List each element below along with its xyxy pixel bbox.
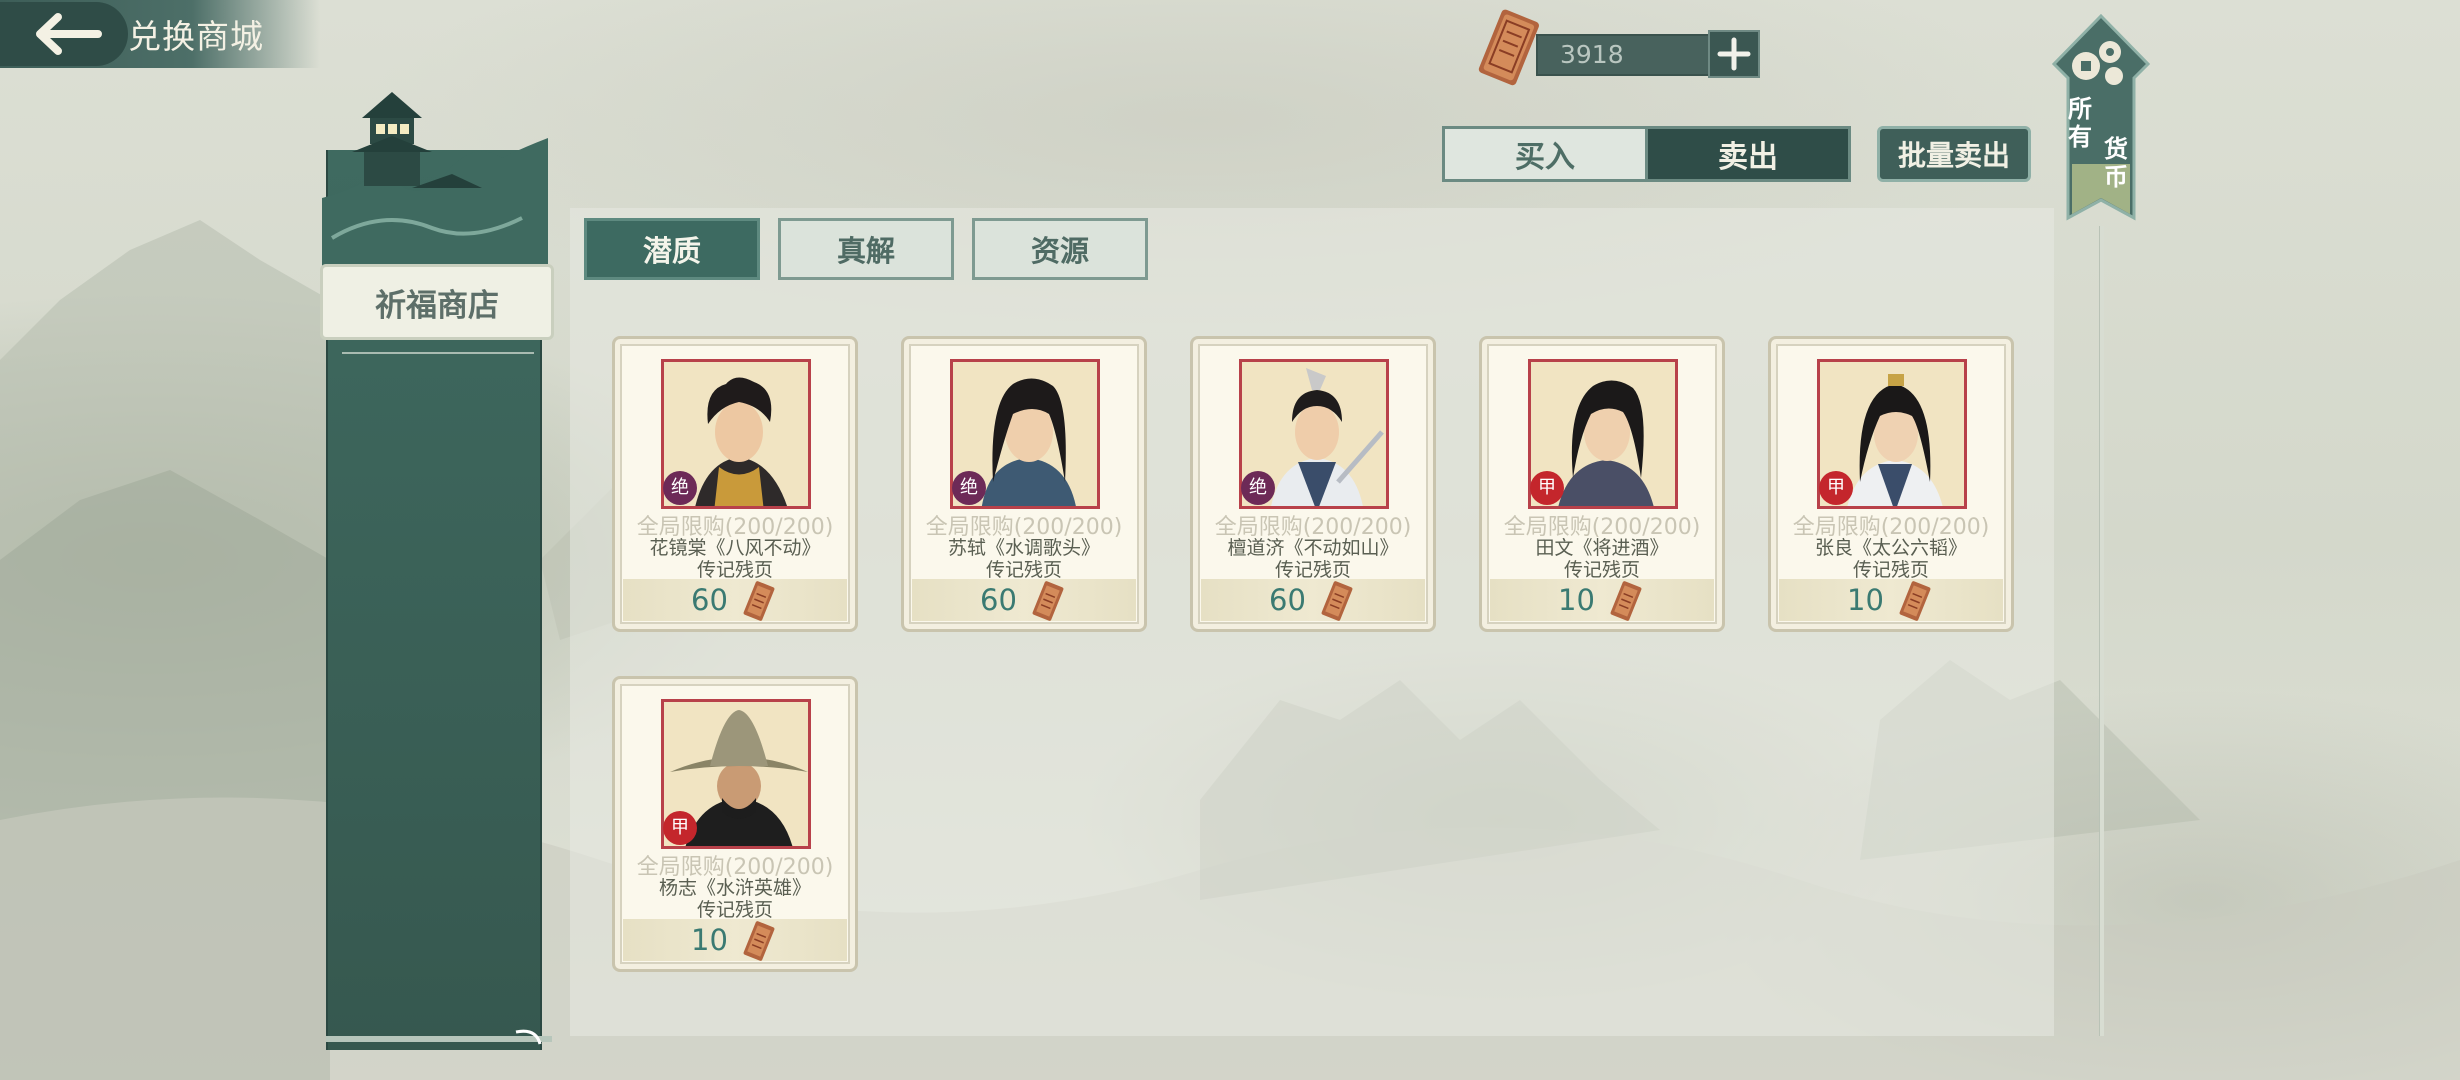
item-price: 10 <box>1847 583 1884 617</box>
shop-item-card[interactable]: 甲 全局限购(200/200) 张良《太公六韬》 传记残页 10 <box>1768 336 2014 632</box>
ticket-currency-icon <box>1321 581 1353 621</box>
batch-sell-button[interactable]: 批量卖出 <box>1877 126 2031 182</box>
back-arrow-icon <box>36 13 102 55</box>
item-price: 60 <box>1269 583 1306 617</box>
plus-icon <box>1717 37 1751 71</box>
ticket-currency-icon <box>743 921 775 961</box>
shop-item-card[interactable]: 绝 全局限购(200/200) 檀道济《不动如山》 传记残页 60 <box>1190 336 1436 632</box>
sidebar-divider <box>342 352 534 354</box>
ticket-currency-icon <box>743 581 775 621</box>
item-price: 60 <box>691 583 728 617</box>
item-type: 传记残页 <box>1274 559 1351 581</box>
grade-badge: 绝 <box>952 471 986 505</box>
ticket-currency-icon <box>1032 581 1064 621</box>
price-band <box>1490 579 1714 621</box>
grade-badge: 绝 <box>1241 471 1275 505</box>
shop-item-card[interactable]: 绝 全局限购(200/200) 花镜棠《八风不动》 传记残页 60 <box>612 336 858 632</box>
item-type: 传记残页 <box>1563 559 1640 581</box>
shop-item-card[interactable]: 甲 全局限购(200/200) 杨志《水浒英雄》 传记残页 10 <box>612 676 858 972</box>
grade-badge: 甲 <box>663 811 697 845</box>
price-band <box>623 579 847 621</box>
item-price: 60 <box>980 583 1017 617</box>
price-band <box>1779 579 2003 621</box>
pagoda-decoration-icon <box>322 92 548 268</box>
item-price: 10 <box>691 923 728 957</box>
grade-badge: 甲 <box>1530 471 1564 505</box>
currency-amount: 3918 <box>1536 34 1712 76</box>
sidebar-item-prayer-shop[interactable]: 祈福商店 <box>320 264 554 340</box>
price-band <box>623 919 847 961</box>
shop-item-card[interactable]: 绝 全局限购(200/200) 苏轼《水调歌头》 传记残页 60 <box>901 336 1147 632</box>
price-band <box>1201 579 1425 621</box>
buy-tab-button[interactable]: 买入 <box>1442 126 1648 182</box>
ticket-currency-icon <box>1899 581 1931 621</box>
sidebar-footer-ornament <box>326 1029 552 1045</box>
scroll-track[interactable] <box>2099 226 2104 1036</box>
tab-resources[interactable]: 资源 <box>972 218 1148 280</box>
item-type: 传记残页 <box>696 559 773 581</box>
price-band <box>912 579 1136 621</box>
grade-badge: 绝 <box>663 471 697 505</box>
tab-potential[interactable]: 潜质 <box>584 218 760 280</box>
add-currency-button[interactable] <box>1708 30 1760 78</box>
tab-true-solution[interactable]: 真解 <box>778 218 954 280</box>
item-price: 10 <box>1558 583 1595 617</box>
back-button[interactable] <box>0 2 128 66</box>
item-type: 传记残页 <box>1852 559 1929 581</box>
item-type: 传记残页 <box>985 559 1062 581</box>
sell-tab-button[interactable]: 卖出 <box>1645 126 1851 182</box>
item-type: 传记残页 <box>696 899 773 921</box>
shop-item-card[interactable]: 甲 全局限购(200/200) 田文《将进酒》 传记残页 10 <box>1479 336 1725 632</box>
all-currency-banner[interactable] <box>2048 14 2154 230</box>
ticket-currency-icon <box>1610 581 1642 621</box>
page-title: 兑换商城 <box>128 17 264 56</box>
grade-badge: 甲 <box>1819 471 1853 505</box>
